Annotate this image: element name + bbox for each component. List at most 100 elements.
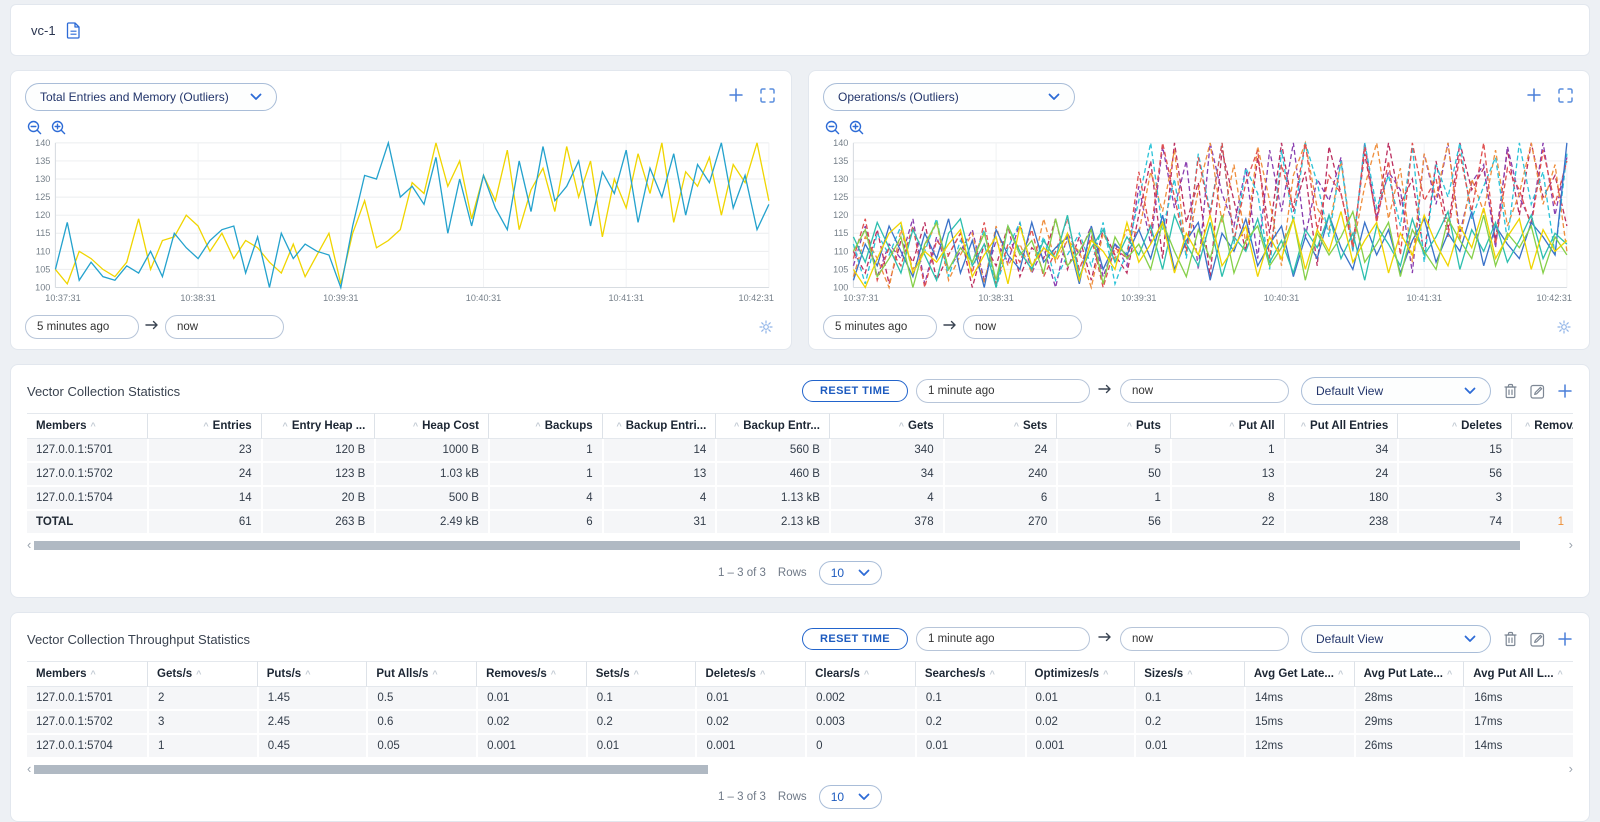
add-column-icon[interactable]	[1557, 383, 1573, 399]
scrollbar-thumb[interactable]	[34, 541, 1519, 550]
column-header-put-all-entries[interactable]: ^Put All Entries	[1284, 413, 1398, 439]
column-header-put-alls-s[interactable]: Put Alls/s^	[366, 661, 476, 687]
column-header-members[interactable]: Members^	[27, 661, 147, 687]
column-header-avg-get-late[interactable]: Avg Get Late...^	[1244, 661, 1354, 687]
column-header-avg-put-late[interactable]: Avg Put Late...^	[1354, 661, 1464, 687]
column-header-sets-s[interactable]: Sets/s^	[586, 661, 696, 687]
column-header-backups[interactable]: ^Backups	[488, 413, 602, 439]
time-from-input[interactable]	[916, 627, 1090, 651]
column-header-gets-s[interactable]: Gets/s^	[147, 661, 257, 687]
column-header-sizes-s[interactable]: Sizes/s^	[1134, 661, 1244, 687]
line-chart[interactable]: 10010511011512012513013514010:37:3110:38…	[823, 137, 1575, 309]
column-header-puts[interactable]: ^Puts	[1056, 413, 1170, 439]
scroll-left-arrow[interactable]: ‹	[27, 764, 31, 774]
column-header-clears-s[interactable]: Clears/s^	[805, 661, 915, 687]
table-cell: 0.002	[805, 687, 915, 711]
table-cell: 1.45	[257, 687, 367, 711]
scroll-right-arrow[interactable]: ›	[1569, 764, 1573, 774]
table-cell: 0.6	[366, 711, 476, 735]
column-header-entries[interactable]: ^Entries	[147, 413, 261, 439]
gear-icon[interactable]	[759, 320, 777, 334]
column-header-remov[interactable]: ^Remov...	[1511, 413, 1573, 439]
scroll-left-arrow[interactable]: ‹	[27, 540, 31, 550]
view-select[interactable]: Default View	[1301, 377, 1491, 405]
sort-caret-icon: ^	[413, 421, 418, 431]
zoom-out-icon[interactable]	[825, 120, 840, 135]
sort-caret-icon: ^	[634, 669, 639, 679]
document-icon[interactable]	[66, 22, 81, 39]
scrollbar-track[interactable]	[34, 765, 1565, 774]
column-header-puts-s[interactable]: Puts/s^	[257, 661, 367, 687]
rows-per-page-select[interactable]: 10	[819, 561, 882, 585]
trash-icon[interactable]	[1503, 631, 1518, 647]
reset-time-button[interactable]: RESET TIME	[802, 380, 908, 402]
sort-caret-icon: ^	[91, 421, 96, 431]
time-from-input[interactable]	[823, 315, 937, 339]
add-column-icon[interactable]	[1557, 631, 1573, 647]
sort-caret-icon: ^	[551, 669, 556, 679]
zoom-in-icon[interactable]	[849, 120, 864, 135]
time-from-input[interactable]	[25, 315, 139, 339]
edit-icon[interactable]	[1530, 384, 1545, 399]
table-cell: 0.01	[476, 687, 586, 711]
column-header-deletes[interactable]: ^Deletes	[1397, 413, 1511, 439]
column-header-put-all[interactable]: ^Put All	[1170, 413, 1284, 439]
table-row: 127.0.0.1:570123120 B1000 B114560 B34024…	[27, 439, 1573, 463]
table-cell	[1511, 487, 1573, 511]
trash-icon[interactable]	[1503, 383, 1518, 399]
column-header-searches-s[interactable]: Searches/s^	[915, 661, 1025, 687]
expand-icon[interactable]	[760, 88, 775, 103]
x-axis-tick-label: 10:41:31	[608, 293, 643, 303]
view-select[interactable]: Default View	[1301, 625, 1491, 653]
column-header-optimizes-s[interactable]: Optimizes/s^	[1025, 661, 1135, 687]
time-to-input[interactable]	[1120, 379, 1289, 403]
column-header-deletes-s[interactable]: Deletes/s^	[695, 661, 805, 687]
table-cell: 127.0.0.1:5701	[27, 687, 147, 711]
view-select-value: Default View	[1316, 632, 1383, 646]
table-cell: 5	[1056, 439, 1170, 463]
metric-select[interactable]: Total Entries and Memory (Outliers)	[25, 83, 277, 111]
edit-icon[interactable]	[1530, 632, 1545, 647]
column-header-entry-heap[interactable]: ^Entry Heap ...	[261, 413, 375, 439]
view-select-value: Default View	[1316, 384, 1383, 398]
time-from-input[interactable]	[916, 379, 1090, 403]
column-header-removes-s[interactable]: Removes/s^	[476, 661, 586, 687]
x-axis-tick-label: 10:39:31	[1121, 293, 1156, 303]
column-header-gets[interactable]: ^Gets	[829, 413, 943, 439]
column-header-heap-cost[interactable]: ^Heap Cost	[374, 413, 488, 439]
time-to-input[interactable]	[963, 315, 1082, 339]
x-axis-tick-label: 10:40:31	[466, 293, 501, 303]
arrow-right-icon	[1098, 382, 1112, 400]
y-axis-tick-label: 125	[35, 192, 50, 202]
y-axis-tick-label: 125	[833, 192, 848, 202]
rows-per-page-select[interactable]: 10	[819, 785, 882, 809]
scroll-right-arrow[interactable]: ›	[1569, 540, 1573, 550]
column-header-backup-entri[interactable]: ^Backup Entri...	[602, 413, 716, 439]
expand-icon[interactable]	[1558, 88, 1573, 103]
zoom-in-icon[interactable]	[51, 120, 66, 135]
add-chart-icon[interactable]	[1526, 87, 1542, 103]
table-cell: 50	[1056, 463, 1170, 487]
column-header-sets[interactable]: ^Sets	[943, 413, 1057, 439]
table-cell: 14	[602, 439, 716, 463]
table-cell	[1511, 463, 1573, 487]
table-cell: 56	[1056, 511, 1170, 535]
table-cell: 6	[943, 487, 1057, 511]
table-cell: 0.02	[476, 711, 586, 735]
add-chart-icon[interactable]	[728, 87, 744, 103]
x-axis-tick-label: 10:39:31	[323, 293, 358, 303]
gear-icon[interactable]	[1557, 320, 1575, 334]
line-chart[interactable]: 10010511011512012513013514010:37:3110:38…	[25, 137, 777, 309]
zoom-out-icon[interactable]	[27, 120, 42, 135]
scrollbar-track[interactable]	[34, 541, 1565, 550]
column-header-avg-put-all-l[interactable]: Avg Put All L...^	[1463, 661, 1573, 687]
time-to-input[interactable]	[165, 315, 284, 339]
table-cell: 17ms	[1463, 711, 1573, 735]
time-to-input[interactable]	[1120, 627, 1289, 651]
reset-time-button[interactable]: RESET TIME	[802, 628, 908, 650]
column-header-members[interactable]: Members^	[27, 413, 147, 439]
metric-select[interactable]: Operations/s (Outliers)	[823, 83, 1075, 111]
column-header-backup-entr[interactable]: ^Backup Entr...	[715, 413, 829, 439]
scrollbar-thumb[interactable]	[34, 765, 708, 774]
sort-caret-icon: ^	[1558, 669, 1563, 679]
